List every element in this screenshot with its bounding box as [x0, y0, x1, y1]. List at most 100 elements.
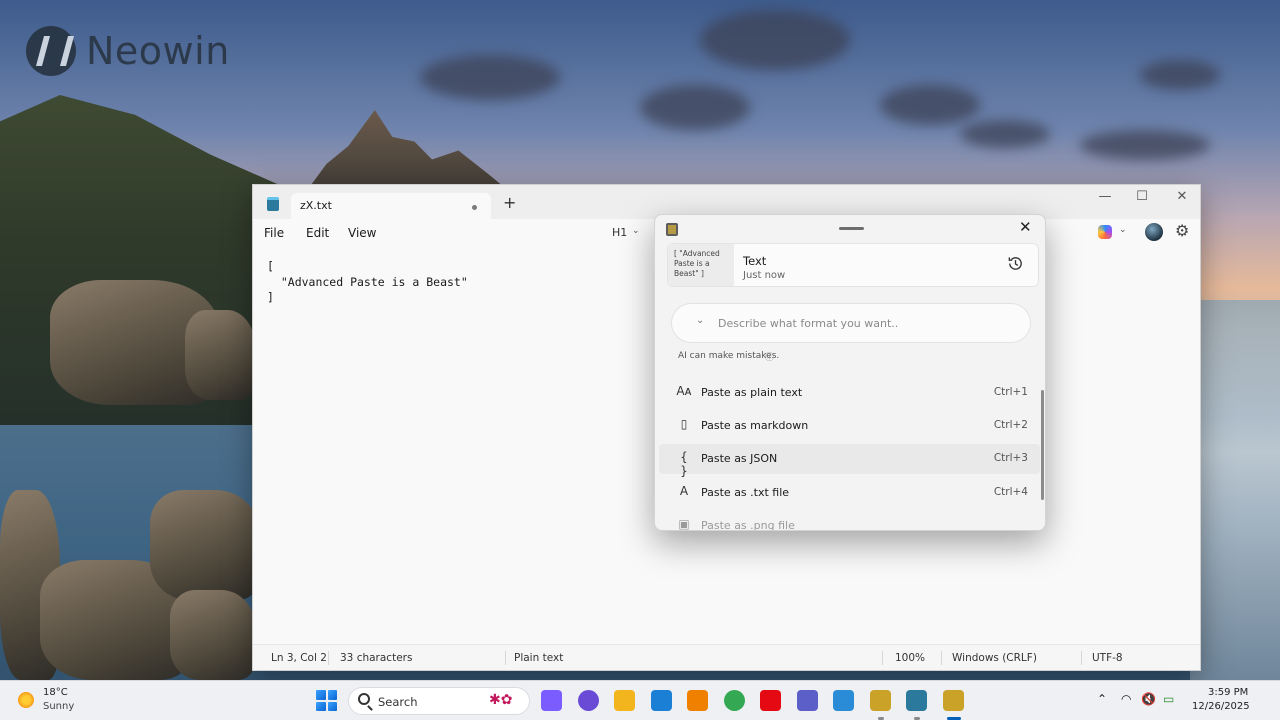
rock [150, 490, 260, 600]
status-bar: Ln 3, Col 2 33 characters Plain text 100… [253, 644, 1200, 670]
option-markdown[interactable]: ▯ Paste as markdown Ctrl+2 [659, 411, 1040, 441]
rock [185, 310, 255, 400]
json-icon: { } [680, 450, 688, 478]
clipboard-preview: [ "Advanced Paste is a Beast" ] [668, 244, 734, 286]
option-label: Paste as .txt file [701, 486, 790, 499]
zoom-level[interactable]: 100% [895, 652, 925, 664]
editor-line: ] [267, 290, 274, 304]
option-plain-text[interactable]: Aᴀ Paste as plain text Ctrl+1 [659, 378, 1040, 408]
option-shortcut: Ctrl+1 [993, 386, 1028, 398]
neowin-logo-text: Neowin [86, 29, 230, 73]
option-shortcut: Ctrl+2 [993, 419, 1028, 431]
browser-swirl-icon[interactable] [578, 690, 599, 711]
snipping-tool-icon[interactable] [833, 690, 854, 711]
close-button[interactable]: ✕ [1019, 218, 1032, 236]
cloud [420, 55, 560, 100]
format-indicator[interactable]: Plain text [514, 652, 563, 664]
sea-waves [1190, 300, 1280, 680]
clock-time[interactable]: 3:59 PM [1208, 687, 1248, 698]
divider [328, 651, 329, 665]
divider [941, 651, 942, 665]
neowin-logo: Neowin [26, 26, 230, 76]
windows-logo-icon [316, 690, 326, 700]
chrome-icon[interactable] [724, 690, 745, 711]
option-json[interactable]: { } Paste as JSON Ctrl+3 [659, 444, 1040, 478]
copilot-icon[interactable] [1098, 225, 1112, 239]
sun-icon [18, 692, 34, 708]
cloud [1140, 60, 1220, 90]
cloud [1080, 130, 1210, 160]
history-icon[interactable] [1006, 254, 1025, 273]
search-label: Search [378, 695, 418, 709]
heading-select[interactable]: H1 [612, 226, 627, 239]
search-icon [358, 693, 370, 705]
copilot-icon[interactable] [541, 690, 562, 711]
search-highlight-icon: ✱✿ [489, 692, 513, 708]
wifi-icon[interactable]: ◠ [1121, 692, 1131, 706]
editor-line: [ [267, 259, 274, 273]
tab-title: zX.txt [300, 199, 332, 212]
vlc-icon[interactable] [687, 690, 708, 711]
menu-file[interactable]: File [264, 226, 284, 240]
menu-edit[interactable]: Edit [306, 226, 329, 240]
maximize-button[interactable]: ☐ [1132, 189, 1152, 204]
option-label: Paste as JSON [701, 452, 778, 465]
taskbar: 18°C Sunny Search ✱✿ ⌃ ◠ 🔇 ▭ 3:59 PM 12/… [0, 680, 1280, 720]
minimize-button[interactable]: — [1095, 189, 1115, 204]
option-label: Paste as plain text [701, 386, 803, 399]
txt-file-icon: A [679, 484, 689, 498]
unsaved-dot-icon[interactable] [472, 205, 477, 210]
start-button[interactable] [316, 690, 337, 711]
cursor-position: Ln 3, Col 2 [271, 652, 327, 664]
chevron-down-icon[interactable]: ⌄ [632, 226, 640, 236]
taskbar-search[interactable]: Search ✱✿ [348, 687, 530, 715]
chevron-up-icon[interactable]: ⌃ [1097, 692, 1107, 706]
markdown-icon: ▯ [680, 417, 688, 431]
chevron-down-icon[interactable]: ⌄ [1119, 225, 1127, 235]
powertoys-icon[interactable] [870, 690, 891, 711]
clipboard-item[interactable]: [ "Advanced Paste is a Beast" ] Text Jus… [667, 243, 1039, 287]
notepad-icon[interactable] [906, 690, 927, 711]
menu-view[interactable]: View [348, 226, 376, 240]
avatar[interactable] [1145, 223, 1163, 241]
netflix-icon[interactable] [760, 690, 781, 711]
ai-prompt-box[interactable]: ⌄ [671, 303, 1031, 343]
info-icon[interactable]: ⓘ [765, 350, 774, 363]
option-txt-file[interactable]: A Paste as .txt file Ctrl+4 [659, 478, 1040, 508]
notepad-icon [267, 197, 279, 211]
encoding[interactable]: UTF-8 [1092, 652, 1123, 664]
ai-format-input[interactable] [718, 314, 1018, 332]
clipboard-type: Text [743, 254, 767, 268]
file-explorer-icon[interactable] [614, 690, 635, 711]
clipboard-time: Just now [743, 270, 786, 281]
option-label: Paste as .png file [701, 519, 795, 531]
neowin-logo-icon [26, 26, 76, 76]
clock-date[interactable]: 12/26/2025 [1192, 701, 1250, 712]
character-count: 33 characters [340, 652, 413, 664]
new-tab-button[interactable]: + [503, 193, 516, 212]
close-button[interactable]: ✕ [1172, 189, 1192, 204]
gear-icon[interactable]: ⚙ [1175, 221, 1189, 240]
line-endings[interactable]: Windows (CRLF) [952, 652, 1037, 664]
drag-handle[interactable] [839, 227, 864, 230]
tab-zx-txt[interactable]: zX.txt [291, 193, 491, 219]
option-png-file[interactable]: ▣ Paste as .png file [659, 511, 1040, 531]
advanced-paste-icon [666, 223, 678, 236]
advanced-paste-panel: ✕ [ "Advanced Paste is a Beast" ] Text J… [654, 214, 1046, 531]
option-shortcut: Ctrl+4 [993, 486, 1028, 498]
text-editor[interactable]: [ "Advanced Paste is a Beast"] [267, 259, 468, 306]
battery-icon[interactable]: ▭ [1163, 692, 1174, 706]
weather-temperature: 18°C [43, 687, 68, 698]
scrollbar[interactable] [1041, 390, 1044, 500]
divider [505, 651, 506, 665]
rock [170, 590, 255, 680]
photos-icon[interactable] [651, 690, 672, 711]
cloud [700, 10, 850, 70]
divider [1081, 651, 1082, 665]
volume-muted-icon[interactable]: 🔇 [1141, 692, 1156, 706]
teams-icon[interactable] [797, 690, 818, 711]
advanced-paste-icon[interactable] [943, 690, 964, 711]
editor-line: "Advanced Paste is a Beast" [267, 274, 468, 289]
chevron-down-icon[interactable]: ⌄ [696, 315, 704, 326]
weather-condition: Sunny [43, 701, 75, 712]
